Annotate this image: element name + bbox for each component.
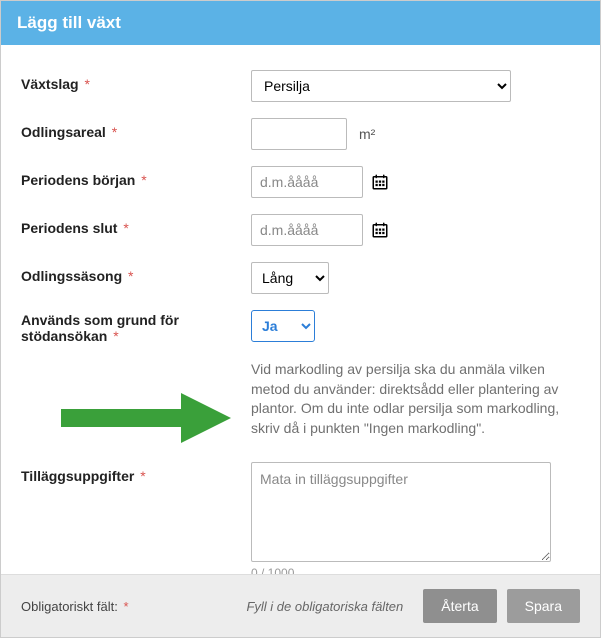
label-grund: Används som grund för stödansökan * (21, 310, 251, 344)
dialog-body: Växtslag * Persilja Odlingsareal * m² Pe… (1, 45, 600, 574)
row-grund: Används som grund för stödansökan * Ja (21, 310, 580, 344)
row-info: Vid markodling av persilja ska du anmäla… (21, 360, 580, 438)
calendar-icon[interactable] (371, 221, 389, 239)
grund-select[interactable]: Ja (251, 310, 315, 342)
row-period-end: Periodens slut * (21, 214, 580, 246)
dialog-footer: Obligatoriskt fält: * Fyll i de obligato… (1, 574, 600, 637)
cancel-button[interactable]: Återta (423, 589, 496, 623)
required-marker: * (119, 220, 128, 236)
required-marker: * (123, 599, 128, 614)
tillagg-textarea[interactable] (251, 462, 551, 562)
dialog-title: Lägg till växt (17, 13, 121, 32)
label-tillagg: Tilläggsuppgifter * (21, 462, 251, 484)
required-marker: * (124, 268, 133, 284)
save-button[interactable]: Spara (507, 589, 580, 623)
footer-required-label: Obligatoriskt fält: * (21, 599, 129, 614)
row-vaxtslag: Växtslag * Persilja (21, 70, 580, 102)
required-marker: * (108, 124, 117, 140)
info-text: Vid markodling av persilja ska du anmäla… (251, 360, 580, 438)
footer-hint: Fyll i de obligatoriska fälten (246, 599, 403, 614)
required-marker: * (137, 172, 146, 188)
label-period-start: Periodens början * (21, 166, 251, 188)
calendar-icon[interactable] (371, 173, 389, 191)
dialog-header: Lägg till växt (1, 1, 600, 45)
vaxtslag-select[interactable]: Persilja (251, 70, 511, 102)
required-marker: * (136, 468, 145, 484)
period-end-input[interactable] (251, 214, 363, 246)
label-period-end: Periodens slut * (21, 214, 251, 236)
label-vaxtslag: Växtslag * (21, 70, 251, 92)
row-tillagg: Tilläggsuppgifter * 0 / 1000 (21, 462, 580, 574)
required-marker: * (81, 76, 90, 92)
label-odlingsareal: Odlingsareal * (21, 118, 251, 140)
unit-m2: m² (355, 126, 375, 142)
row-sasong: Odlingssäsong * Lång (21, 262, 580, 294)
sasong-select[interactable]: Lång (251, 262, 329, 294)
odlingsareal-input[interactable] (251, 118, 347, 150)
period-start-input[interactable] (251, 166, 363, 198)
add-plant-dialog: Lägg till växt Växtslag * Persilja Odlin… (0, 0, 601, 638)
required-marker: * (109, 328, 118, 344)
char-counter: 0 / 1000 (251, 566, 551, 574)
row-odlingsareal: Odlingsareal * m² (21, 118, 580, 150)
row-period-start: Periodens början * (21, 166, 580, 198)
label-sasong: Odlingssäsong * (21, 262, 251, 284)
